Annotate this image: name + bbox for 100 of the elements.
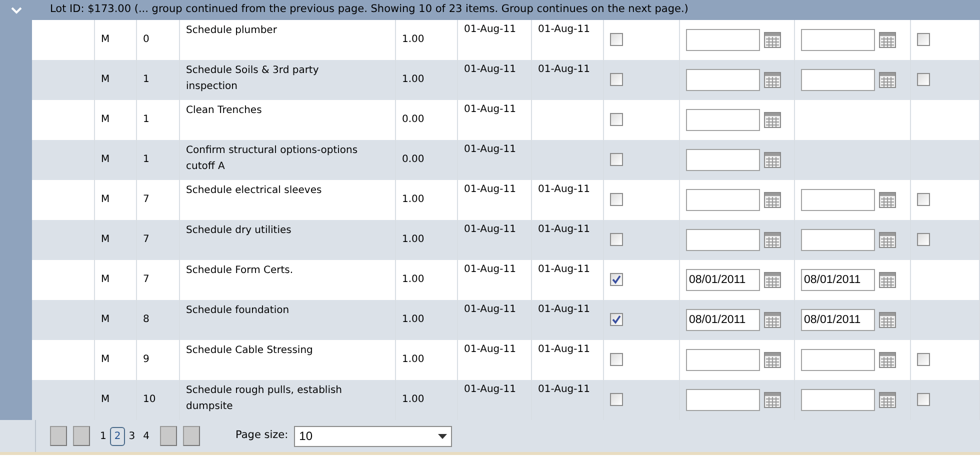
checkbox[interactable] bbox=[610, 32, 623, 46]
date-input[interactable] bbox=[801, 69, 875, 91]
task-description: Schedule dry utilities bbox=[186, 224, 292, 238]
end-date-cell-text: 01-Aug-11 bbox=[538, 263, 590, 277]
number-cell: 1 bbox=[143, 154, 150, 165]
type-cell: M bbox=[101, 354, 110, 365]
page-number[interactable]: 3 bbox=[124, 426, 140, 446]
quantity-cell: 1.00 bbox=[402, 354, 424, 365]
calendar-icon[interactable] bbox=[879, 272, 896, 288]
pager-nav-button[interactable] bbox=[160, 426, 176, 446]
date-input[interactable] bbox=[801, 229, 875, 251]
calendar-icon[interactable] bbox=[764, 272, 781, 288]
checkbox[interactable] bbox=[610, 152, 623, 166]
type-cell: M bbox=[101, 314, 110, 325]
calendar-icon[interactable] bbox=[879, 232, 896, 248]
quantity-cell: 0.00 bbox=[402, 114, 424, 125]
calendar-icon[interactable] bbox=[764, 192, 781, 208]
number-cell: 1 bbox=[143, 74, 150, 85]
checkbox[interactable] bbox=[610, 192, 623, 206]
date-input[interactable]: 08/01/2011 bbox=[801, 269, 875, 291]
checkbox[interactable] bbox=[917, 32, 930, 46]
date-input[interactable] bbox=[686, 29, 760, 51]
type-cell: M bbox=[101, 74, 110, 85]
end-date-cell-text: 01-Aug-11 bbox=[538, 63, 590, 77]
checkbox[interactable] bbox=[610, 112, 623, 126]
number-cell: 7 bbox=[143, 194, 150, 205]
calendar-icon[interactable] bbox=[764, 312, 781, 328]
start-date-cell-text: 01-Aug-11 bbox=[464, 343, 516, 357]
calendar-icon[interactable] bbox=[879, 192, 896, 208]
page-number[interactable]: 2 bbox=[110, 426, 125, 446]
task-description: Schedule plumber bbox=[186, 24, 277, 38]
date-input[interactable] bbox=[686, 69, 760, 91]
end-date-cell-text: 01-Aug-11 bbox=[538, 343, 590, 357]
date-input[interactable] bbox=[801, 189, 875, 211]
date-input[interactable]: 08/01/2011 bbox=[801, 309, 875, 331]
start-date-cell-text: 01-Aug-11 bbox=[464, 103, 516, 117]
pager-nav-button[interactable] bbox=[50, 426, 67, 446]
calendar-icon[interactable] bbox=[764, 32, 781, 48]
checkbox[interactable] bbox=[610, 352, 623, 366]
date-input[interactable] bbox=[686, 109, 760, 131]
number-cell: 0 bbox=[143, 34, 150, 45]
checkbox[interactable] bbox=[610, 72, 623, 86]
calendar-icon[interactable] bbox=[879, 32, 896, 48]
quantity-cell: 1.00 bbox=[402, 194, 424, 205]
date-input[interactable] bbox=[686, 389, 760, 411]
start-date-cell-text: 01-Aug-11 bbox=[464, 183, 516, 197]
start-date-cell-text: 01-Aug-11 bbox=[464, 143, 516, 157]
pager-nav-button[interactable] bbox=[73, 426, 90, 446]
calendar-icon[interactable] bbox=[879, 352, 896, 368]
start-date-cell-text: 01-Aug-11 bbox=[464, 303, 516, 317]
checkbox[interactable] bbox=[610, 392, 623, 406]
page-number[interactable]: 4 bbox=[139, 426, 154, 446]
checkbox[interactable] bbox=[917, 72, 930, 86]
calendar-icon[interactable] bbox=[764, 232, 781, 248]
date-input[interactable] bbox=[686, 229, 760, 251]
date-input[interactable] bbox=[686, 349, 760, 371]
start-date-cell-text: 01-Aug-11 bbox=[464, 23, 516, 37]
group-header-text: Lot ID: $173.00 (... group continued from the previous page. Showing 10 of 23 items. Group continues on the next page.) bbox=[49, 2, 688, 18]
number-cell: 1 bbox=[143, 114, 150, 125]
start-date-cell-text: 01-Aug-11 bbox=[464, 63, 516, 77]
task-description: Clean Trenches bbox=[186, 104, 262, 118]
checkbox[interactable] bbox=[917, 192, 930, 206]
checkbox[interactable] bbox=[917, 232, 930, 246]
start-date-cell-text: 01-Aug-11 bbox=[464, 383, 516, 397]
page-size-select[interactable]: 10 bbox=[294, 426, 452, 446]
checkbox[interactable] bbox=[917, 352, 930, 366]
pager-nav-button[interactable] bbox=[182, 426, 200, 446]
calendar-icon[interactable] bbox=[764, 352, 781, 368]
date-input[interactable]: 08/01/2011 bbox=[686, 269, 760, 291]
date-input[interactable] bbox=[686, 189, 760, 211]
checkbox[interactable] bbox=[610, 312, 623, 326]
date-input[interactable] bbox=[801, 29, 875, 51]
page-number[interactable]: 1 bbox=[96, 426, 110, 446]
checkbox[interactable] bbox=[610, 232, 623, 246]
number-cell: 7 bbox=[143, 234, 150, 245]
calendar-icon[interactable] bbox=[764, 392, 781, 408]
task-description: Schedule Soils & 3rd party inspection bbox=[186, 64, 320, 94]
calendar-icon[interactable] bbox=[764, 112, 781, 128]
start-date-cell-text: 01-Aug-11 bbox=[464, 223, 516, 237]
date-input[interactable] bbox=[801, 389, 875, 411]
calendar-icon[interactable] bbox=[764, 152, 781, 168]
calendar-icon[interactable] bbox=[879, 392, 896, 408]
task-description: Schedule foundation bbox=[186, 304, 290, 318]
quantity-cell: 1.00 bbox=[402, 394, 424, 405]
task-description: Schedule electrical sleeves bbox=[186, 184, 322, 198]
calendar-icon[interactable] bbox=[879, 72, 896, 88]
quantity-cell: 0.00 bbox=[402, 154, 424, 165]
checkbox[interactable] bbox=[610, 272, 623, 286]
date-input[interactable] bbox=[801, 349, 875, 371]
type-cell: M bbox=[101, 34, 110, 45]
date-input[interactable] bbox=[686, 149, 760, 171]
end-date-cell-text: 01-Aug-11 bbox=[538, 183, 590, 197]
calendar-icon[interactable] bbox=[879, 312, 896, 328]
date-input[interactable]: 08/01/2011 bbox=[686, 309, 760, 331]
calendar-icon[interactable] bbox=[764, 72, 781, 88]
checkbox[interactable] bbox=[917, 392, 930, 406]
end-date-cell-text: 01-Aug-11 bbox=[538, 303, 590, 317]
number-cell: 9 bbox=[143, 354, 150, 365]
type-cell: M bbox=[101, 394, 110, 405]
page-size-label: Page size: bbox=[236, 428, 288, 444]
